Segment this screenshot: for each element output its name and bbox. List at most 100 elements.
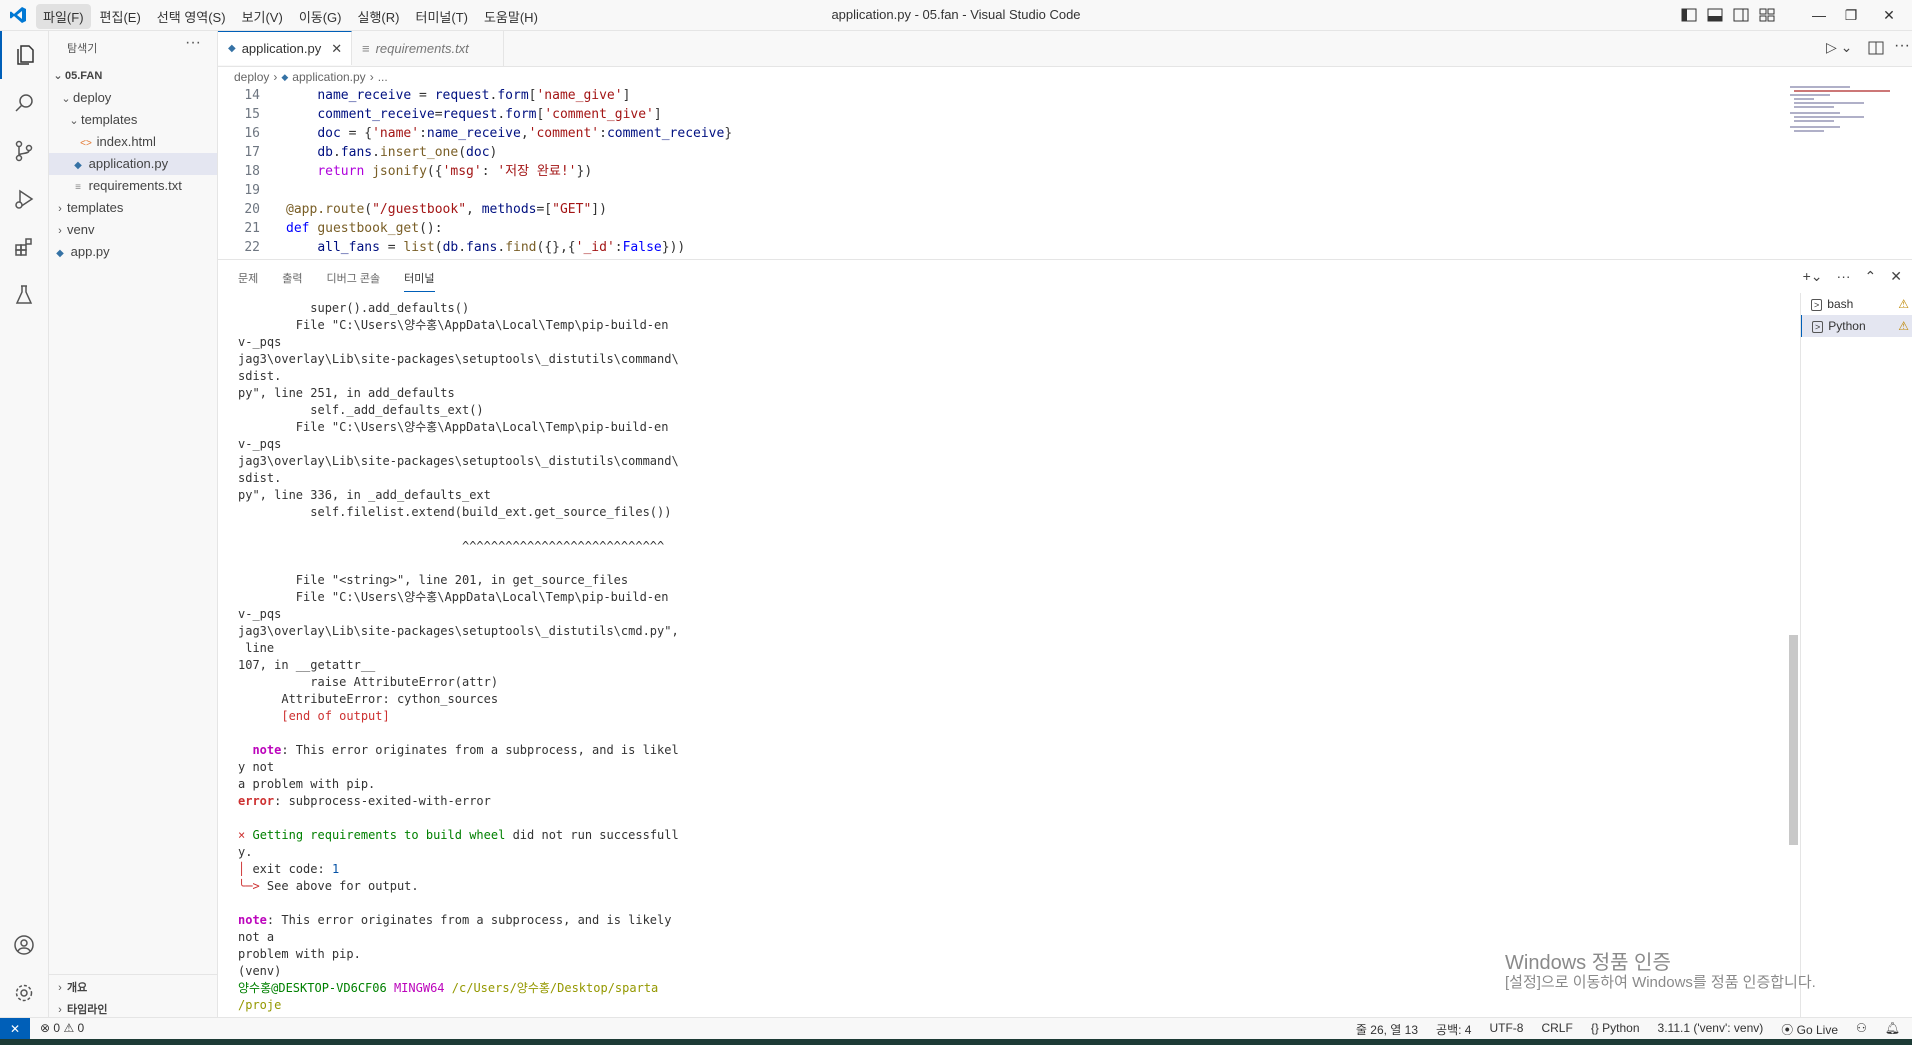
breadcrumb-deploy[interactable]: deploy [234,70,269,84]
terminal-line: │ exit code: 1 [238,862,340,876]
source-control-icon[interactable] [0,127,48,175]
code-editor[interactable]: 14 name_receive = request.form['name_giv… [218,86,1912,259]
explorer-title: 탐색기 [67,43,98,55]
menu-terminal[interactable]: 터미널(T) [408,4,474,29]
more-actions-icon[interactable]: ··· [1837,268,1851,285]
panel-actions: +⌄ ··· ⌃ ✕ [1803,268,1902,285]
close-icon[interactable]: ✕ [331,41,342,57]
go-live-button[interactable]: ⦿ Go Live [1781,1021,1838,1038]
chevron-right-icon: › [273,70,278,84]
tab-terminal[interactable]: 터미널 [404,270,435,292]
tree-item-venv[interactable]: › venv [49,219,217,241]
encoding[interactable]: UTF-8 [1489,1021,1523,1038]
minimap[interactable] [1790,86,1908,146]
extensions-icon[interactable] [0,223,48,271]
menu-view[interactable]: 보기(V) [235,4,290,29]
tab-output[interactable]: 출력 [282,270,302,292]
menu-go[interactable]: 이동(G) [292,4,349,29]
breadcrumb-symbol[interactable]: ... [378,70,388,84]
divider [49,974,217,975]
terminal-line: note: This error originates from a subpr… [252,743,679,757]
chevron-down-icon: ⌄ [69,115,79,127]
language-mode[interactable]: {} Python [1591,1021,1640,1038]
terminal-line: jag3\overlay\Lib\site-packages\setuptool… [238,454,679,468]
terminal-entry-python[interactable]: > Python ⚠ [1801,315,1912,337]
close-button[interactable]: ✕ [1866,0,1912,30]
split-editor-icon[interactable] [1868,40,1884,56]
notifications-bell-icon[interactable]: 🔔︎ [1885,1021,1900,1038]
feedback-icon[interactable]: ⚇ [1856,1021,1867,1038]
terminal-line: v-_pqs [238,607,282,621]
terminal-line: self.filelist.extend(build_ext.get_sourc… [238,505,672,519]
run-python-file-icon[interactable]: ▷ ⌄ [1826,39,1852,56]
customize-layout-icon[interactable] [1758,6,1776,24]
terminal-line: sdist. [238,471,282,485]
terminal-line: problem with pip. [238,947,361,961]
html-file-icon: <> [80,138,92,149]
run-debug-icon[interactable] [0,175,48,223]
maximize-panel-icon[interactable]: ⌃ [1865,268,1877,285]
close-panel-icon[interactable]: ✕ [1890,268,1902,285]
activity-bar [0,31,49,1017]
new-terminal-icon[interactable]: +⌄ [1803,268,1823,285]
tree-item-requirements-txt[interactable]: ≡ requirements.txt [49,175,217,197]
menu-selection[interactable]: 선택 영역(S) [150,4,233,29]
end-of-line[interactable]: CRLF [1541,1021,1572,1038]
terminal-line: self._add_defaults_ext() [238,403,484,417]
tree-item-index-html[interactable]: <> index.html [49,131,217,153]
terminal-line: a problem with pip. [238,777,376,791]
tree-item-templates[interactable]: › templates [49,197,217,219]
breadcrumb: deploy › ◆ application.py › ... [234,67,388,87]
warning-icon: ⚠ [1898,297,1909,311]
terminal-line: v-_pqs [238,437,282,451]
tree-item-app-py[interactable]: ◆ app.py [49,241,217,263]
tree-item-deploy[interactable]: ⌄ deploy [49,87,217,109]
terminal-output[interactable]: super().add_defaults() File "C:\Users\양수… [238,300,1778,1020]
menu-file[interactable]: 파일(F) [36,4,91,29]
tab-debug-console[interactable]: 디버그 콘솔 [327,270,381,292]
explorer-icon[interactable] [0,31,50,79]
terminal-line: ╰─> See above for output. [238,879,419,893]
terminal-line: py", line 251, in add_defaults [238,386,455,400]
chevron-down-icon: ⌄ [53,70,63,82]
terminal-line: jag3\overlay\Lib\site-packages\setuptool… [238,624,679,638]
remote-indicator-icon[interactable]: ✕ [0,1018,30,1040]
tab-problems[interactable]: 문제 [238,270,258,292]
terminal-line: File "C:\Users\양수홍\AppData\Local\Temp\pi… [238,590,669,604]
menu-run[interactable]: 실행(R) [351,4,407,29]
menu-edit[interactable]: 편집(E) [93,4,148,29]
more-actions-icon[interactable]: ··· [1894,37,1910,55]
python-file-icon: ◆ [281,71,289,82]
terminal-line: File "C:\Users\양수홍\AppData\Local\Temp\pi… [238,420,669,434]
problems-indicator[interactable]: ⊗ 0 ⚠ 0 [40,1021,84,1035]
code-line: 20 @app.route("/guestbook", methods=["GET… [244,202,607,217]
taskbar [0,1039,1912,1045]
more-actions-icon[interactable]: ··· [185,34,201,52]
title-bar: 파일(F) 편집(E) 선택 영역(S) 보기(V) 이동(G) 실행(R) 터… [0,0,1912,31]
toggle-secondary-sidebar-icon[interactable] [1732,6,1750,24]
terminal-scrollbar[interactable] [1789,635,1798,845]
folder-root[interactable]: ⌄ 05.FAN [49,65,217,87]
testing-icon[interactable] [0,271,48,319]
terminal-line: not a [238,930,275,944]
terminal-entry-bash[interactable]: > bash ⚠ [1801,293,1912,315]
settings-gear-icon[interactable] [0,969,48,1017]
toggle-panel-icon[interactable] [1706,6,1724,24]
tab-requirements-txt[interactable]: ≡ requirements.txt [352,31,504,66]
account-icon[interactable] [0,921,48,969]
breadcrumb-file[interactable]: application.py [292,70,365,84]
menu-bar: 파일(F) 편집(E) 선택 영역(S) 보기(V) 이동(G) 실행(R) 터… [36,4,545,29]
terminal-line: note: This error originates from a subpr… [238,913,672,927]
toggle-primary-sidebar-icon[interactable] [1680,6,1698,24]
chevron-right-icon: › [369,70,374,84]
python-interpreter[interactable]: 3.11.1 ('venv': venv) [1658,1021,1764,1038]
tab-application-py[interactable]: ◆ application.py ✕ [218,31,352,65]
tree-item-application-py[interactable]: ◆ application.py [49,153,217,175]
terminal-list: > bash ⚠ > Python ⚠ [1800,293,1912,1018]
indentation[interactable]: 공백: 4 [1436,1021,1471,1038]
tree-item-templates-open[interactable]: ⌄ templates [49,109,217,131]
cursor-position[interactable]: 줄 26, 열 13 [1356,1021,1418,1038]
search-icon[interactable] [0,79,48,127]
menu-help[interactable]: 도움말(H) [477,4,545,29]
outline-section[interactable]: › 개요 [49,976,217,998]
